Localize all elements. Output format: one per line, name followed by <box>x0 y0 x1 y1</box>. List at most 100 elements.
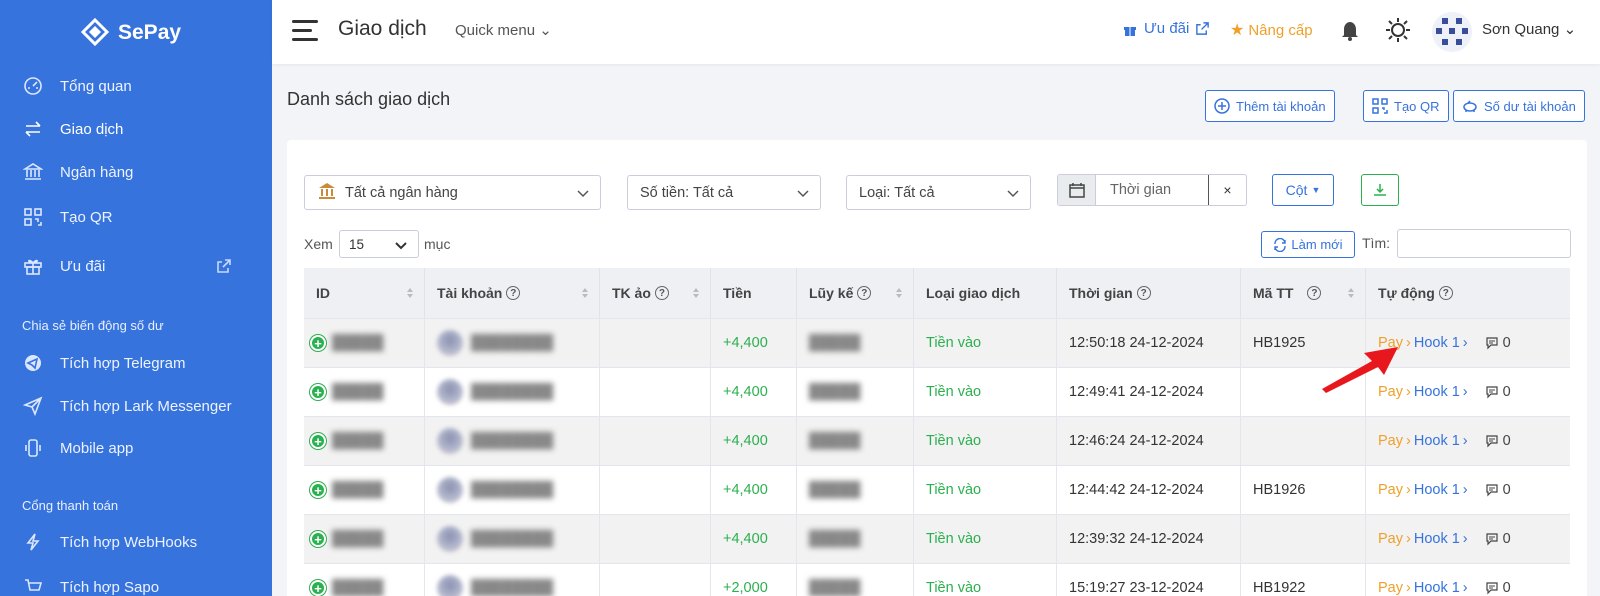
sidebar-item-overview[interactable]: Tổng quan <box>22 75 132 97</box>
columns-button[interactable]: Cột ▼ <box>1272 174 1334 206</box>
expand-row-icon[interactable]: + <box>310 433 326 449</box>
webhook-link[interactable]: Hook 1 <box>1414 580 1460 596</box>
sidebar-item-sapo[interactable]: Tích hợp Sapo <box>22 576 159 596</box>
create-qr-button[interactable]: Tạo QR <box>1363 90 1449 122</box>
menu-toggle-icon[interactable] <box>292 20 318 42</box>
bank-logo-icon <box>437 526 463 552</box>
chevron-right-icon: › <box>1462 335 1468 351</box>
page-size-value: 15 <box>349 236 365 252</box>
annotation-arrow-icon <box>1322 347 1398 393</box>
cell-type: Tiền vào <box>914 319 1057 367</box>
add-account-button[interactable]: Thêm tài khoản <box>1205 90 1335 122</box>
col-header-id[interactable]: ID <box>304 268 425 318</box>
comments-link[interactable]: 0 <box>1485 335 1511 351</box>
table-row[interactable]: + █████ ████████ +2,000 █████ Tiền vào 1… <box>304 563 1570 596</box>
search-input[interactable] <box>1397 229 1571 258</box>
comments-link[interactable]: 0 <box>1485 482 1511 498</box>
expand-row-icon[interactable]: + <box>310 482 326 498</box>
balance-button[interactable]: Số dư tài khoản <box>1453 90 1585 122</box>
expand-row-icon[interactable]: + <box>310 531 326 547</box>
plus-circle-icon <box>1214 98 1230 114</box>
chevron-right-icon: › <box>1406 531 1411 547</box>
pay-link[interactable]: Pay <box>1378 433 1403 449</box>
cell-account: ████████ <box>425 417 600 465</box>
expand-row-icon[interactable]: + <box>310 384 326 400</box>
cell-id: + █████ <box>304 466 425 514</box>
comment-icon <box>1486 484 1498 497</box>
quick-menu-dropdown[interactable]: Quick menu ⌄ <box>455 21 552 39</box>
col-header-time[interactable]: Thời gian? <box>1057 268 1241 318</box>
cell-virtual-account <box>600 515 711 563</box>
cart-icon <box>22 576 44 596</box>
col-header-type[interactable]: Loại giao dịch <box>914 268 1057 318</box>
comments-link[interactable]: 0 <box>1485 580 1511 596</box>
col-header-cumulative[interactable]: Lũy kế? <box>797 268 914 318</box>
col-header-account[interactable]: Tài khoản? <box>425 268 600 318</box>
sidebar-item-transactions[interactable]: Giao dịch <box>22 118 123 140</box>
user-menu[interactable]: Sơn Quang ⌄ <box>1482 20 1576 38</box>
table-row[interactable]: + █████ ████████ +4,400 █████ Tiền vào 1… <box>304 416 1570 465</box>
sort-icon <box>407 288 413 298</box>
cell-time: 12:39:32 24-12-2024 <box>1057 515 1241 563</box>
clear-date-icon[interactable]: × <box>1208 175 1246 205</box>
theme-toggle-icon[interactable] <box>1384 16 1412 47</box>
amount-filter-select[interactable]: Số tiền: Tất cả <box>627 175 821 210</box>
sidebar-item-mobile-app[interactable]: Mobile app <box>22 437 133 459</box>
bolt-icon <box>22 531 44 553</box>
upgrade-link[interactable]: ★ Nâng cấp <box>1230 20 1313 40</box>
qr-icon <box>1372 98 1388 114</box>
chevron-down-icon <box>797 190 809 198</box>
webhook-link[interactable]: Hook 1 <box>1414 482 1460 498</box>
sidebar-item-create-qr[interactable]: Tạo QR <box>22 206 113 228</box>
refresh-button[interactable]: Làm mới <box>1261 231 1355 258</box>
sidebar-item-telegram[interactable]: Tích hợp Telegram <box>22 352 185 374</box>
sidebar-item-label: Tích hợp Lark Messenger <box>60 397 232 415</box>
cell-cumulative: █████ <box>797 368 914 416</box>
webhook-link[interactable]: Hook 1 <box>1414 531 1460 547</box>
expand-row-icon[interactable]: + <box>310 335 326 351</box>
webhook-link[interactable]: Hook 1 <box>1414 335 1460 351</box>
sidebar-item-bank[interactable]: Ngân hàng <box>22 161 133 183</box>
bank-filter-select[interactable]: Tất cả ngân hàng <box>304 175 601 210</box>
external-link-icon <box>1196 22 1210 35</box>
col-header-payment-code[interactable]: Mã TT? <box>1241 268 1366 318</box>
sidebar-item-lark[interactable]: Tích hợp Lark Messenger <box>22 395 232 417</box>
download-button[interactable] <box>1361 174 1399 206</box>
comment-icon <box>1486 337 1498 350</box>
col-header-label: Thời gian <box>1069 285 1133 301</box>
blurred-cumulative: █████ <box>809 384 861 400</box>
cell-type: Tiền vào <box>914 466 1057 514</box>
sort-icon <box>693 288 699 298</box>
comments-link[interactable]: 0 <box>1485 433 1511 449</box>
promo-link[interactable]: Ưu đãi <box>1122 20 1210 37</box>
webhook-link[interactable]: Hook 1 <box>1414 433 1460 449</box>
sidebar-item-promo[interactable]: Ưu đãi <box>22 255 105 277</box>
sidebar-item-webhooks[interactable]: Tích hợp WebHooks <box>22 531 197 553</box>
comments-link[interactable]: 0 <box>1485 531 1511 547</box>
col-header-automation[interactable]: Tự động? <box>1366 268 1570 318</box>
cell-virtual-account <box>600 319 711 367</box>
pay-link[interactable]: Pay <box>1378 482 1403 498</box>
date-input[interactable]: Thời gian <box>1096 175 1208 205</box>
col-header-virtual-account[interactable]: TK ảo? <box>600 268 711 318</box>
calendar-icon[interactable] <box>1058 175 1096 205</box>
cell-time: 12:49:41 24-12-2024 <box>1057 368 1241 416</box>
webhook-link[interactable]: Hook 1 <box>1414 384 1460 400</box>
avatar[interactable] <box>1432 12 1472 52</box>
cell-amount: +4,400 <box>711 319 797 367</box>
table-header: ID Tài khoản? TK ảo? Tiền Lũy kế? Loại g… <box>304 268 1570 318</box>
bell-icon[interactable] <box>1338 18 1362 45</box>
sidebar-section-title: Cổng thanh toán <box>22 498 119 513</box>
table-row[interactable]: + █████ ████████ +4,400 █████ Tiền vào 1… <box>304 465 1570 514</box>
table-row[interactable]: + █████ ████████ +4,400 █████ Tiền vào 1… <box>304 514 1570 563</box>
pay-link[interactable]: Pay <box>1378 531 1403 547</box>
type-filter-select[interactable]: Loại: Tất cả <box>846 175 1031 210</box>
comments-link[interactable]: 0 <box>1485 384 1511 400</box>
bank-logo-icon <box>437 330 463 356</box>
page-size-select[interactable]: 15 <box>339 230 419 258</box>
brand-logo[interactable]: SePay <box>80 18 181 48</box>
col-header-amount[interactable]: Tiền <box>711 268 797 318</box>
pay-link[interactable]: Pay <box>1378 580 1403 596</box>
help-icon: ? <box>506 286 521 300</box>
expand-row-icon[interactable]: + <box>310 580 326 596</box>
